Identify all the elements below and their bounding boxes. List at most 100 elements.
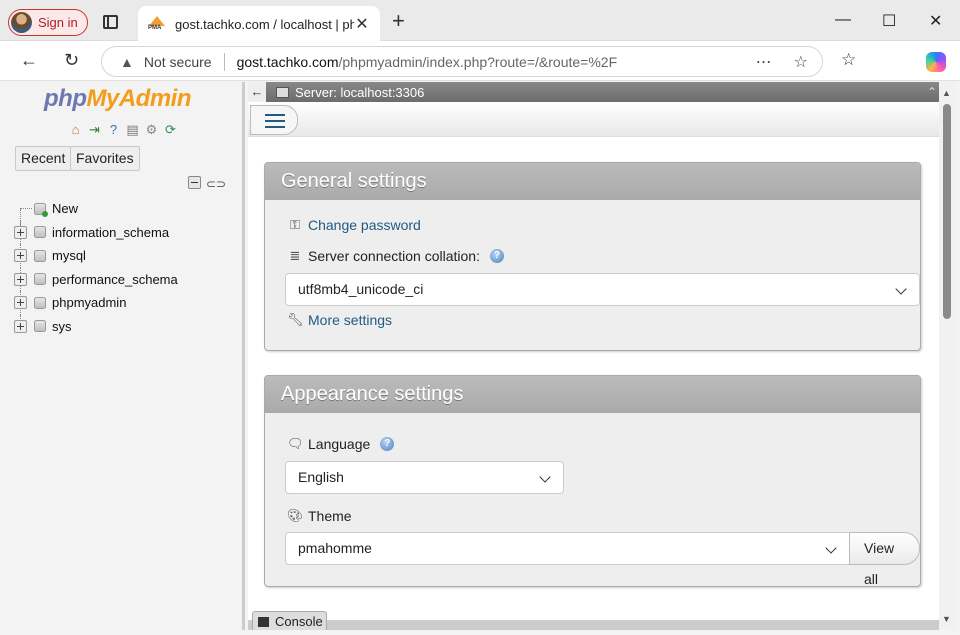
- navigation-panel: phpMyAdmin ⌂ ⇥ ? ▤ ⚙ ⟳ Recent Favorites …: [4, 82, 245, 630]
- phpmyadmin-logo[interactable]: phpMyAdmin: [44, 85, 191, 113]
- more-options-icon[interactable]: ⋯: [756, 52, 772, 72]
- expand-plus-icon[interactable]: [14, 319, 27, 333]
- window-close-icon[interactable]: ✕: [929, 11, 942, 31]
- hamburger-line: [265, 120, 285, 122]
- add-favorite-star-icon[interactable]: ☆: [794, 52, 808, 72]
- hamburger-line: [265, 126, 285, 128]
- help-icon[interactable]: ?: [105, 122, 122, 138]
- tree-connector-blank: [14, 202, 32, 215]
- collation-help-icon[interactable]: ?: [490, 249, 504, 263]
- theme-label: Theme: [308, 508, 352, 524]
- tree-item-label[interactable]: phpmyadmin: [52, 295, 126, 310]
- tree-item-phpmyadmin[interactable]: phpmyadmin: [14, 291, 178, 315]
- console-tab[interactable]: Console: [252, 611, 327, 630]
- theme-value: pmahomme: [298, 540, 372, 556]
- change-password-link[interactable]: Change password: [308, 217, 421, 233]
- tab-actions-icon[interactable]: [103, 15, 118, 29]
- tree-item-mysql[interactable]: mysql: [14, 244, 178, 268]
- logout-icon[interactable]: ⇥: [86, 122, 103, 138]
- not-secure-label[interactable]: Not secure: [144, 54, 212, 70]
- collapse-all-icon[interactable]: [188, 176, 201, 189]
- settings-gear-icon[interactable]: ⚙: [143, 122, 160, 138]
- address-toolbar: ← ↻ ▲ Not secure gost.tachko.com /phpmya…: [0, 41, 960, 81]
- favorites-button[interactable]: Favorites: [70, 146, 140, 171]
- view-all-themes-button[interactable]: View all: [849, 532, 920, 587]
- theme-select[interactable]: pmahomme: [285, 532, 850, 565]
- main-panel: ← Server: localhost:3306 ⌃ General setti…: [248, 82, 939, 630]
- sign-in-button[interactable]: Sign in: [8, 9, 88, 36]
- more-settings-link[interactable]: More settings: [308, 312, 392, 328]
- expand-plus-icon[interactable]: [14, 249, 27, 263]
- appearance-settings-title: Appearance settings: [265, 376, 920, 413]
- language-help-icon[interactable]: ?: [380, 437, 395, 451]
- tree-item-label[interactable]: sys: [52, 319, 72, 334]
- new-tab-icon[interactable]: +: [392, 10, 405, 32]
- expand-plus-icon[interactable]: [14, 225, 27, 239]
- database-tree: New information_schema mysql performance…: [14, 197, 178, 338]
- browser-tab-active[interactable]: gost.tachko.com / localhost | php ✕: [138, 6, 380, 42]
- database-icon[interactable]: [34, 249, 46, 262]
- copilot-icon[interactable]: [926, 52, 946, 72]
- wrench-icon: 🔧︎: [287, 312, 304, 327]
- scroll-up-icon[interactable]: ▲: [942, 88, 951, 98]
- tree-item-information-schema[interactable]: information_schema: [14, 220, 178, 244]
- database-icon[interactable]: [34, 296, 46, 309]
- reload-icon[interactable]: ⟳: [162, 122, 179, 138]
- warning-icon[interactable]: ▲: [120, 54, 134, 70]
- favorites-list-icon[interactable]: ☆: [841, 50, 856, 70]
- chevron-down-icon: [825, 542, 837, 554]
- tree-item-label[interactable]: New: [52, 201, 78, 216]
- expand-plus-icon[interactable]: [14, 296, 27, 310]
- home-icon[interactable]: ⌂: [67, 122, 84, 138]
- link-with-main-panel-icon[interactable]: ⊂⊃: [206, 177, 226, 191]
- server-icon: [276, 86, 289, 98]
- database-icon[interactable]: [34, 320, 46, 333]
- collation-label: Server connection collation:: [308, 248, 480, 264]
- top-menu-bar: [248, 102, 939, 137]
- url-host: gost.tachko.com: [236, 53, 339, 70]
- new-database-icon[interactable]: [34, 202, 48, 217]
- palette-icon: 🎨︎: [287, 508, 304, 523]
- database-icon[interactable]: [34, 226, 46, 239]
- recent-button[interactable]: Recent: [15, 146, 72, 171]
- tree-item-sys[interactable]: sys: [14, 314, 178, 339]
- console-label: Console: [275, 614, 323, 629]
- hamburger-menu-button[interactable]: [250, 105, 298, 135]
- documentation-icon[interactable]: ▤: [124, 122, 141, 138]
- browser-tab-bar: Sign in gost.tachko.com / localhost | ph…: [0, 0, 960, 42]
- collation-list-icon: ≣: [289, 248, 301, 263]
- tab-title: gost.tachko.com / localhost | php: [175, 16, 354, 32]
- address-bar[interactable]: ▲ Not secure gost.tachko.com /phpmyadmin…: [101, 46, 823, 77]
- maximize-icon[interactable]: ☐: [882, 11, 896, 31]
- logo-myadmin-text: MyAdmin: [86, 85, 191, 112]
- language-row: 🗨︎ Language ?: [287, 436, 395, 452]
- scroll-top-icon[interactable]: ⌃: [927, 85, 937, 99]
- server-breadcrumb[interactable]: Server: localhost:3306: [295, 85, 424, 100]
- minimize-icon[interactable]: —: [835, 11, 851, 29]
- tree-item-label[interactable]: mysql: [52, 248, 86, 263]
- hamburger-line: [265, 114, 285, 116]
- scroll-thumb[interactable]: [943, 104, 951, 319]
- back-arrow-icon[interactable]: ←: [20, 50, 38, 71]
- tree-item-label[interactable]: performance_schema: [52, 272, 178, 287]
- general-settings-panel: General settings ⚿ Change password ≣ Ser…: [264, 162, 921, 351]
- tab-close-icon[interactable]: ✕: [354, 14, 370, 34]
- navigation-icon-row: ⌂ ⇥ ? ▤ ⚙ ⟳: [67, 122, 179, 138]
- database-icon[interactable]: [34, 273, 46, 286]
- tree-item-new[interactable]: New: [14, 197, 178, 233]
- logo-php-text: php: [44, 85, 87, 112]
- collation-select[interactable]: utf8mb4_unicode_ci: [285, 273, 920, 306]
- language-select[interactable]: English: [285, 461, 564, 494]
- refresh-icon[interactable]: ↻: [64, 50, 79, 71]
- tree-item-label[interactable]: information_schema: [52, 225, 169, 240]
- language-value: English: [298, 469, 344, 485]
- change-password-row: ⚿ Change password: [287, 217, 421, 233]
- collapse-navigation-arrow-icon[interactable]: ←: [248, 82, 266, 102]
- main-scrollbar[interactable]: ▲ ▼: [939, 82, 956, 630]
- profile-avatar: [11, 12, 32, 33]
- chevron-down-icon: [539, 471, 551, 483]
- scroll-down-icon[interactable]: ▼: [942, 614, 951, 624]
- expand-plus-icon[interactable]: [14, 272, 27, 286]
- console-strip: [248, 620, 939, 630]
- tree-item-performance-schema[interactable]: performance_schema: [14, 267, 178, 291]
